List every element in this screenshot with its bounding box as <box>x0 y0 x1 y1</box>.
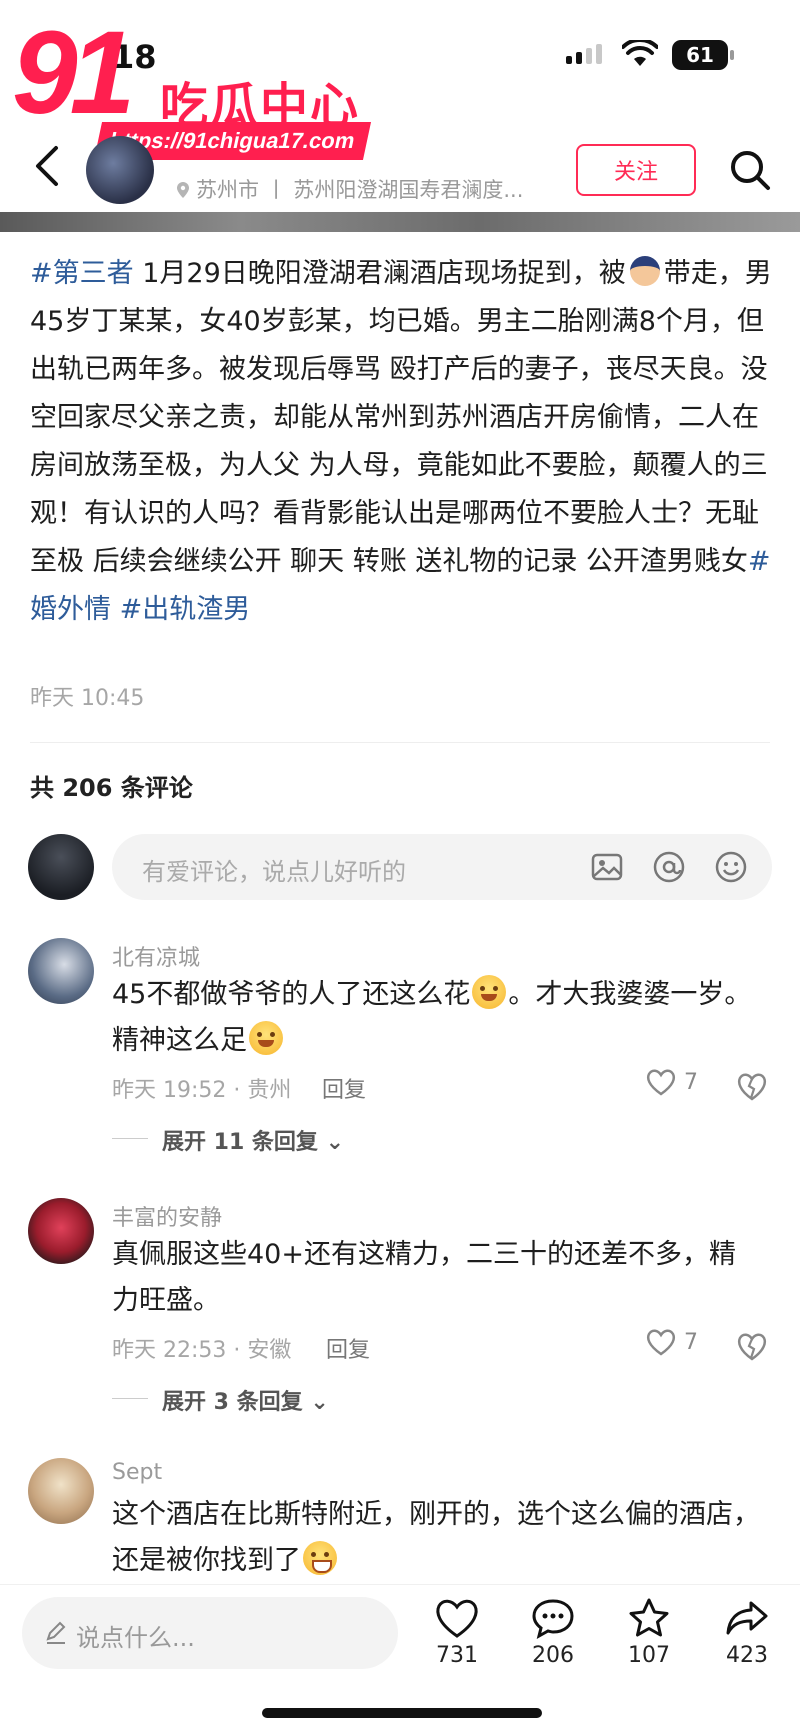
commenter-name[interactable]: 丰富的安静 <box>112 1200 222 1232</box>
commenter-name[interactable]: Sept <box>112 1460 162 1485</box>
commenter-avatar[interactable] <box>28 1458 94 1524</box>
comment-compose: 有爱评论，说点儿好听的 <box>0 832 800 904</box>
blush-emoji <box>472 975 507 1009</box>
comment-action[interactable]: 206 <box>518 1597 588 1668</box>
expand-replies-button[interactable]: 展开 11 条回复 ⌄ <box>162 1124 344 1156</box>
post-text: 1月29日晚阳澄湖君澜酒店现场捉到，被 <box>133 258 626 289</box>
expand-replies-button[interactable]: 展开 3 条回复 ⌄ <box>162 1384 329 1416</box>
comment-input-placeholder: 有爱评论，说点儿好听的 <box>142 858 406 886</box>
search-icon[interactable] <box>728 148 772 192</box>
comment-total: 206 <box>532 1643 574 1668</box>
favorite-total: 107 <box>628 1643 670 1668</box>
reply-button[interactable]: 回复 <box>322 1072 366 1104</box>
grin-emoji <box>303 1541 337 1575</box>
location-label[interactable]: 苏州市 丨 苏州阳澄湖国寿君澜度... <box>176 174 523 204</box>
back-icon[interactable] <box>30 144 66 188</box>
favorite-action[interactable]: 107 <box>614 1597 684 1668</box>
share-icon <box>726 1601 768 1635</box>
post-header: 苏州市 丨 苏州阳澄湖国寿君澜度... 关注 <box>0 130 800 212</box>
comment-text-part: 45不都做爷爷的人了还这么花 <box>112 979 471 1010</box>
comment-count: 共 206 条评论 <box>30 774 193 802</box>
dislike-icon[interactable] <box>736 1070 768 1102</box>
home-indicator <box>262 1708 542 1718</box>
commenter-avatar[interactable] <box>28 1198 94 1264</box>
comment-input[interactable]: 有爱评论，说点儿好听的 <box>112 834 772 900</box>
comment-icon <box>532 1599 574 1639</box>
share-total: 423 <box>726 1643 768 1668</box>
heart-icon <box>436 1599 478 1638</box>
comment-meta: 昨天 22:53 · 安徽 <box>112 1338 292 1363</box>
expand-line <box>112 1138 148 1139</box>
follow-button[interactable]: 关注 <box>576 144 696 196</box>
comment-text-part: 这个酒店在比斯特附近，刚开的，选个这么偏的酒店，还是被你找到了 <box>112 1499 760 1576</box>
post-image-edge[interactable] <box>0 212 800 232</box>
image-icon[interactable] <box>590 850 624 884</box>
hashtag-link[interactable]: #第三者 <box>30 258 134 289</box>
cellular-signal-icon <box>566 44 602 64</box>
post-body: #第三者 1月29日晚阳澄湖君澜酒店现场捉到，被 带走，男45岁丁某某，女40岁彭… <box>30 250 774 634</box>
reply-button[interactable]: 回复 <box>326 1332 370 1364</box>
like-button[interactable]: 7 <box>646 1328 698 1356</box>
author-avatar[interactable] <box>86 136 154 204</box>
like-action[interactable]: 731 <box>422 1597 492 1668</box>
wifi-icon <box>622 40 658 66</box>
hashtag-link[interactable]: #出轨渣男 <box>111 594 251 625</box>
emoji-icon[interactable] <box>714 850 748 884</box>
commenter-avatar[interactable] <box>28 938 94 1004</box>
at-icon[interactable] <box>652 850 686 884</box>
heart-icon <box>646 1329 676 1356</box>
comment-text: 45不都做爷爷的人了还这么花 。才大我婆婆一岁。精神这么足 <box>112 972 762 1064</box>
heart-icon <box>646 1069 676 1096</box>
chevron-down-icon: ⌄ <box>325 1130 345 1155</box>
comment-meta: 昨天 19:52 · 贵州 <box>112 1078 292 1103</box>
share-action[interactable]: 423 <box>712 1597 782 1668</box>
bottom-comment-input[interactable]: 说点什么... <box>22 1597 398 1669</box>
location-pin-icon <box>177 182 189 198</box>
expand-line <box>112 1398 148 1399</box>
star-icon <box>629 1598 669 1637</box>
watermark-number: 91 <box>12 7 135 139</box>
expand-replies-label: 展开 3 条回复 <box>162 1390 303 1415</box>
like-count: 7 <box>684 1329 698 1355</box>
dislike-icon[interactable] <box>736 1330 768 1362</box>
bottom-action-bar: 说点什么... 731 206 107 423 <box>0 1584 800 1694</box>
like-total: 731 <box>436 1643 478 1668</box>
bottom-input-placeholder: 说点什么... <box>76 1624 195 1652</box>
comment-text: 这个酒店在比斯特附近，刚开的，选个这么偏的酒店，还是被你找到了 <box>112 1492 762 1584</box>
divider <box>30 742 770 743</box>
post-timestamp: 昨天 10:45 <box>30 686 145 711</box>
police-officer-emoji <box>629 256 660 286</box>
location-text: 苏州市 丨 苏州阳澄湖国寿君澜度... <box>196 178 524 202</box>
pen-icon <box>46 1621 66 1644</box>
commenter-name[interactable]: 北有凉城 <box>112 940 200 972</box>
my-avatar <box>28 834 94 900</box>
comment-text: 真佩服这些40+还有这精力，二三十的还差不多，精力旺盛。 <box>112 1239 736 1316</box>
post-text: 带走，男45岁丁某某，女40岁彭某，均已婚。男主二胎刚满8个月，但出轨已两年多。… <box>30 258 772 577</box>
expand-replies-label: 展开 11 条回复 <box>162 1130 318 1155</box>
like-button[interactable]: 7 <box>646 1068 698 1096</box>
blush-emoji <box>249 1021 283 1055</box>
chevron-down-icon: ⌄ <box>310 1390 329 1415</box>
battery-indicator: 61 <box>672 40 734 70</box>
like-count: 7 <box>684 1069 698 1095</box>
